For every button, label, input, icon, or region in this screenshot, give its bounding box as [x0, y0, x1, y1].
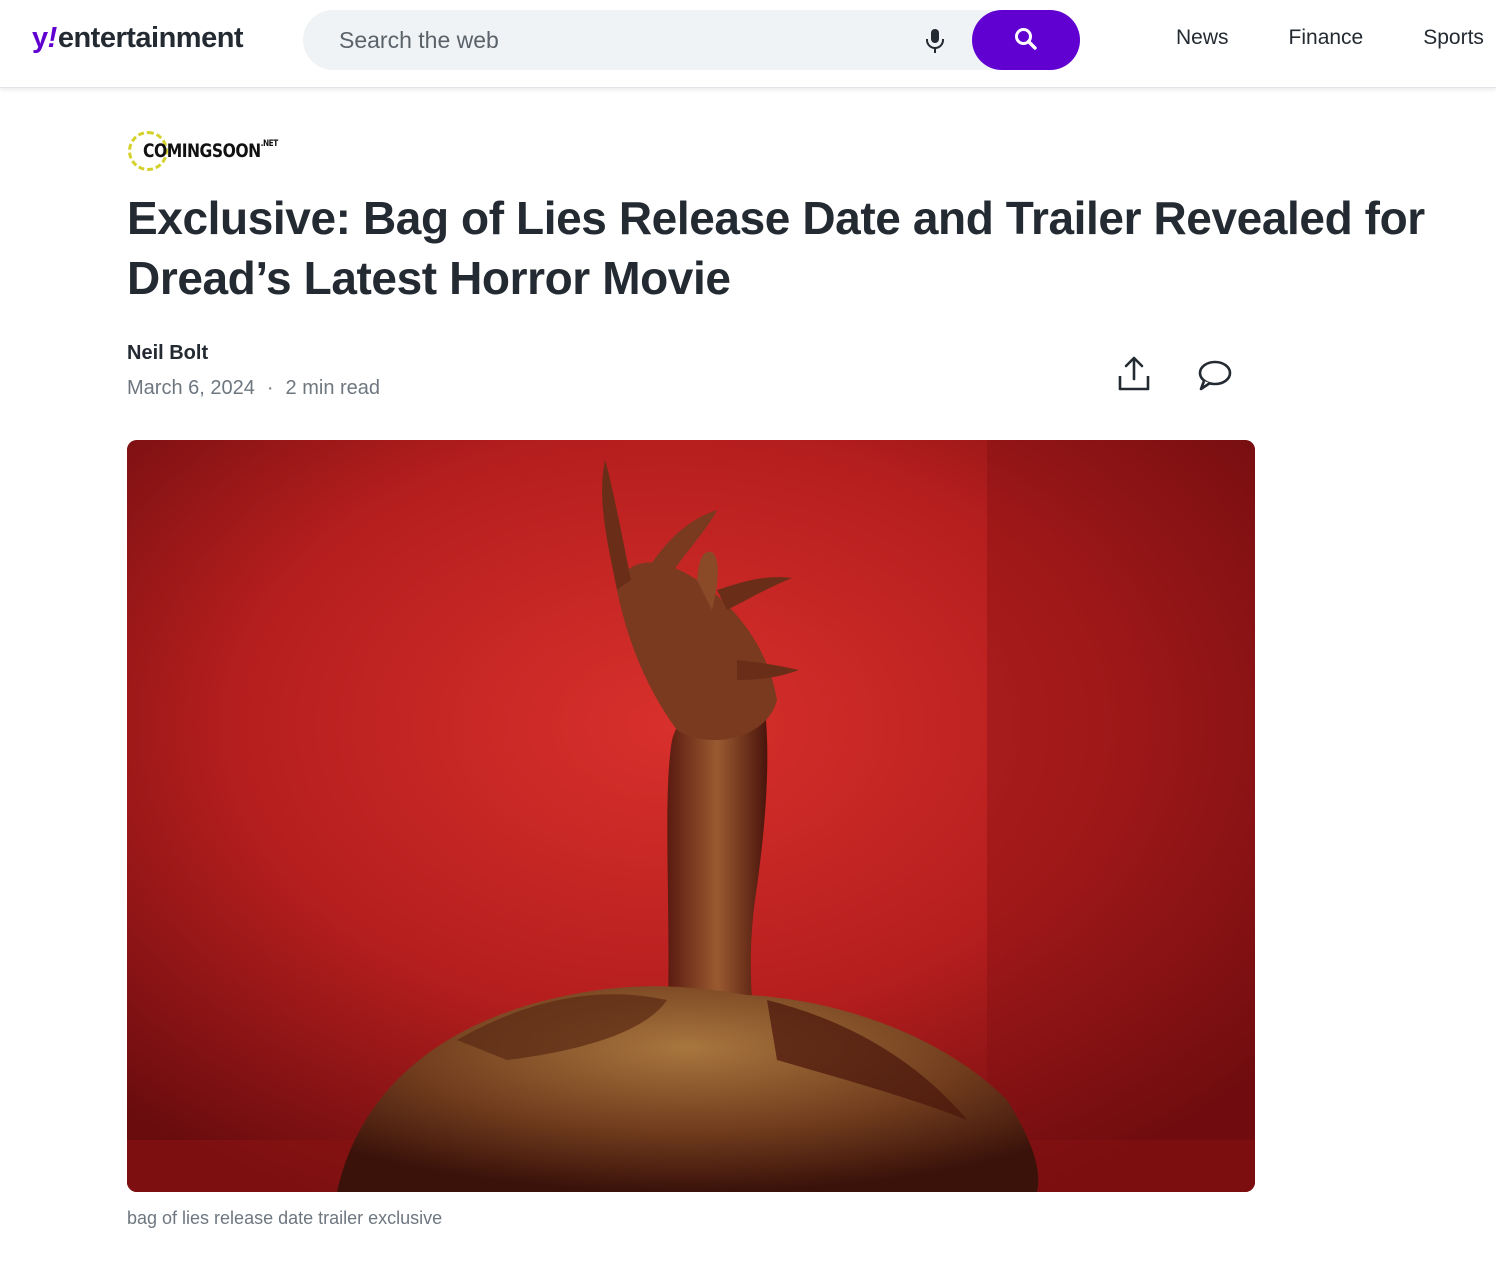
- nav-sports[interactable]: Sports: [1423, 26, 1484, 50]
- author-name[interactable]: Neil Bolt: [127, 342, 208, 365]
- hero-image: [127, 440, 1255, 1192]
- source-logo[interactable]: COMINGSOON.NET: [127, 128, 291, 174]
- search-icon: [1013, 26, 1039, 55]
- nav-news[interactable]: News: [1176, 26, 1229, 50]
- mic-icon[interactable]: [923, 28, 947, 54]
- search-button[interactable]: [972, 10, 1080, 70]
- source-name: COMINGSOON: [143, 140, 261, 162]
- nav-finance[interactable]: Finance: [1289, 26, 1364, 50]
- source-suffix: .NET: [260, 139, 279, 149]
- logo-bang: !: [47, 22, 58, 54]
- read-time: 2 min read: [285, 377, 381, 399]
- comment-icon: [1195, 360, 1235, 397]
- hand-rising-from-bag-image: [127, 440, 1255, 1192]
- share-icon: [1114, 356, 1154, 397]
- article-headline: Exclusive: Bag of Lies Release Date and …: [127, 192, 1425, 304]
- logo-y: y: [32, 22, 48, 54]
- logo-word: entertainment: [57, 22, 244, 54]
- image-caption: bag of lies release date trailer exclusi…: [127, 1208, 443, 1228]
- search-input[interactable]: [339, 22, 899, 58]
- comment-button[interactable]: [1195, 356, 1235, 394]
- site-header: y!entertainment News Finance Sports: [0, 0, 1496, 88]
- search-bar: [303, 10, 1080, 70]
- publish-date: March 6, 2024: [127, 377, 255, 399]
- share-button[interactable]: [1114, 354, 1154, 394]
- yahoo-entertainment-logo[interactable]: y! entertainment: [32, 22, 244, 58]
- top-nav: News Finance Sports: [1176, 26, 1484, 50]
- meta-separator: ·: [266, 377, 274, 399]
- article-meta: March 6, 2024 · 2 min read: [127, 377, 380, 400]
